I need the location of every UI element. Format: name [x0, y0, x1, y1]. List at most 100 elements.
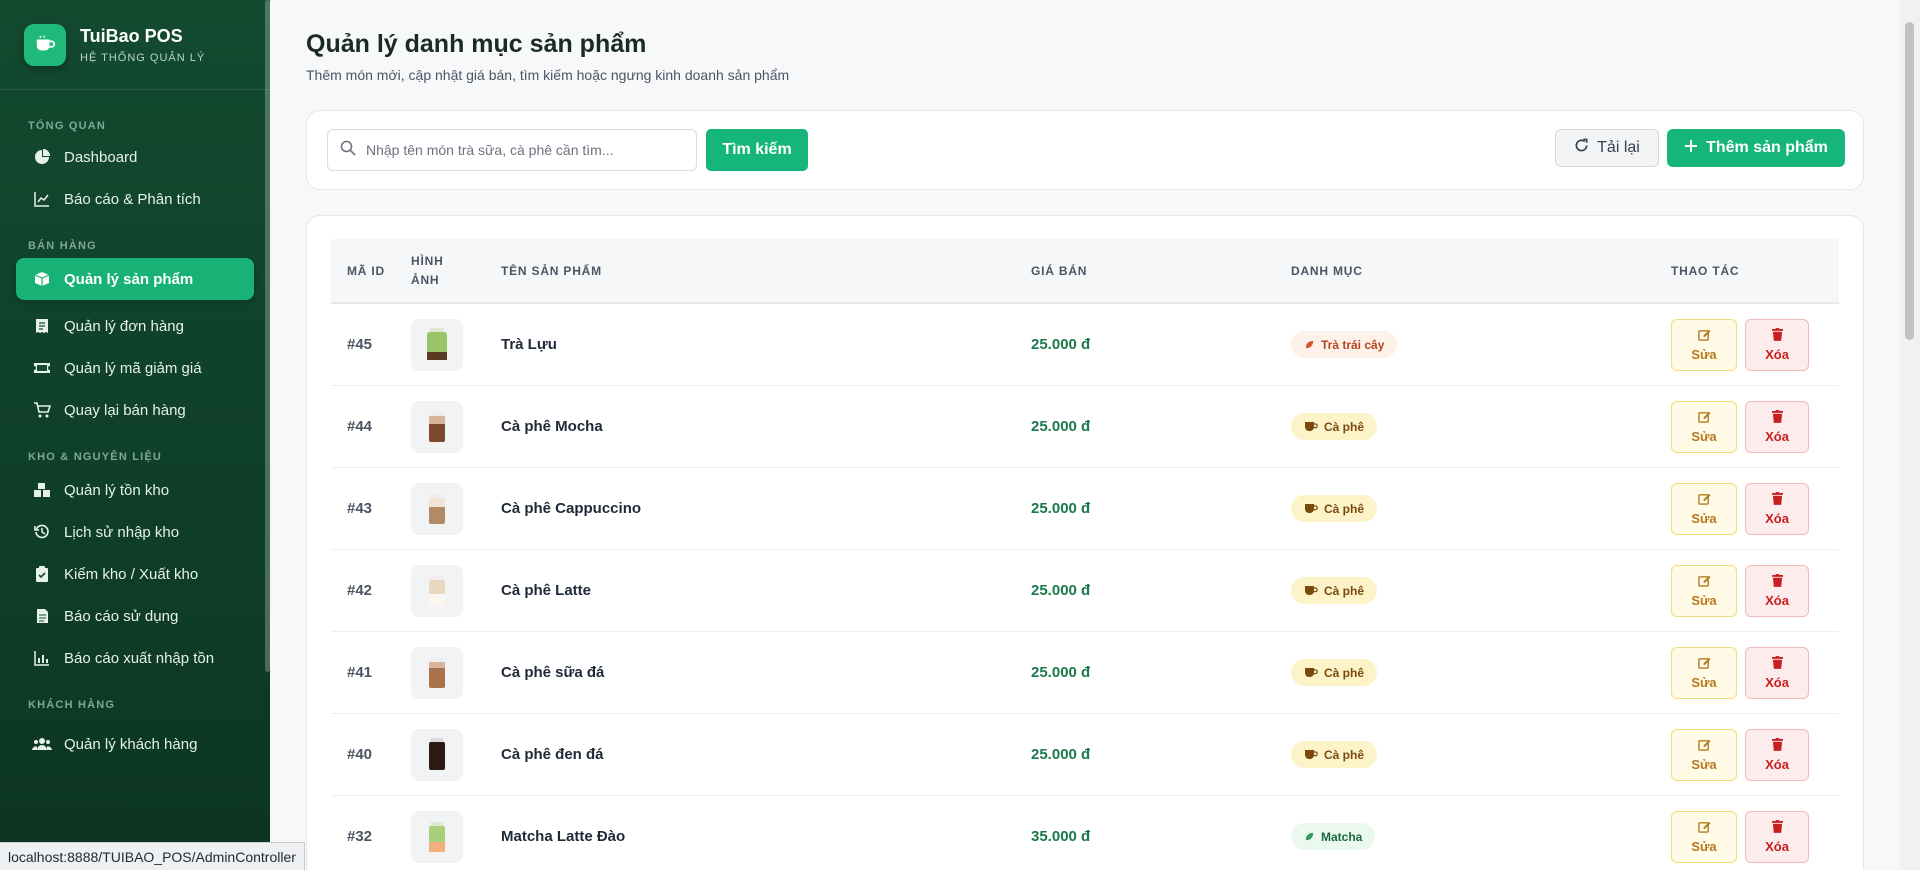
sidebar-item-label: Kiểm kho / Xuất kho: [64, 565, 199, 583]
edit-icon: [1697, 328, 1711, 344]
category-label: Cà phê: [1324, 419, 1365, 434]
page-scrollbar[interactable]: [1900, 0, 1920, 870]
box-icon: [32, 269, 52, 289]
chart-line-icon: [32, 189, 52, 209]
sidebar-item-label: Dashboard: [64, 148, 138, 166]
nav-section-overview: TỔNG QUAN: [28, 120, 107, 132]
product-name: Cà phê Latte: [501, 582, 592, 599]
actions-cell: Sửa Xóa: [1671, 400, 1839, 453]
search-input[interactable]: [366, 142, 686, 158]
edit-button[interactable]: Sửa: [1671, 400, 1737, 453]
product-name: Matcha Latte Đào: [501, 828, 626, 845]
product-category-cell: Trà trái cây: [1291, 331, 1671, 358]
edit-label: Sửa: [1691, 674, 1717, 690]
table-body: #45 Trà Lựu 25.000 đ Trà trái cây Sửa Xóa #44 C…: [331, 304, 1839, 870]
sidebar-item-dashboard[interactable]: Dashboard: [16, 136, 254, 178]
actions-cell: Sửa Xóa: [1671, 810, 1839, 863]
search-button[interactable]: Tìm kiếm: [706, 129, 808, 171]
trash-icon: [1771, 819, 1783, 836]
edit-label: Sửa: [1691, 838, 1717, 854]
product-id: #44: [347, 418, 373, 435]
col-header-actions: THAO TÁC: [1671, 263, 1740, 278]
clipboard-check-icon: [32, 564, 52, 584]
delete-button[interactable]: Xóa: [1745, 564, 1809, 617]
product-price: 35.000 đ: [1031, 828, 1091, 845]
delete-button[interactable]: Xóa: [1745, 482, 1809, 535]
edit-button[interactable]: Sửa: [1671, 318, 1737, 371]
bar-chart-icon: [32, 648, 52, 668]
delete-button[interactable]: Xóa: [1745, 318, 1809, 371]
product-name: Cà phê Cappuccino: [501, 500, 642, 517]
category-badge: Cà phê: [1291, 659, 1378, 686]
reload-button[interactable]: Tải lại: [1555, 129, 1659, 167]
sidebar-item-back-to-sales[interactable]: Quay lại bán hàng: [16, 389, 254, 431]
product-id: #40: [347, 746, 373, 763]
delete-button[interactable]: Xóa: [1745, 400, 1809, 453]
sidebar-item-orders[interactable]: Quản lý đơn hàng: [16, 305, 254, 347]
toolbar: Tìm kiếm Tải lại Thêm sản phẩm: [306, 110, 1864, 190]
actions-cell: Sửa Xóa: [1671, 482, 1839, 535]
sidebar-item-import-history[interactable]: Lịch sử nhập kho: [16, 511, 254, 553]
product-category-cell: Cà phê: [1291, 659, 1671, 686]
trash-icon: [1771, 737, 1783, 754]
sidebar-item-products[interactable]: Quản lý sản phẩm: [16, 258, 254, 300]
edit-label: Sửa: [1691, 756, 1717, 772]
product-thumbnail: [411, 400, 463, 453]
products-table-card: MÃ ID HÌNH ẢNH TÊN SẢN PHẨM GIÁ BÁN DANH…: [306, 215, 1864, 870]
edit-button[interactable]: Sửa: [1671, 482, 1737, 535]
scrollbar-thumb[interactable]: [1905, 22, 1914, 340]
table-header: MÃ ID HÌNH ẢNH TÊN SẢN PHẨM GIÁ BÁN DANH…: [331, 239, 1839, 304]
table-row: #45 Trà Lựu 25.000 đ Trà trái cây Sửa Xóa: [331, 304, 1839, 386]
product-image-cell: [411, 400, 501, 453]
trash-icon: [1771, 573, 1783, 590]
edit-button[interactable]: Sửa: [1671, 810, 1737, 863]
edit-icon: [1697, 820, 1711, 836]
brand-subtitle: HỆ THỐNG QUẢN LÝ: [80, 51, 206, 64]
sidebar-item-inventory[interactable]: Quản lý tồn kho: [16, 469, 254, 511]
delete-button[interactable]: Xóa: [1745, 728, 1809, 781]
chart-pie-icon: [32, 147, 52, 167]
search-icon: [340, 140, 356, 161]
col-header-image-line2: ẢNH: [411, 273, 440, 287]
sidebar-item-coupons[interactable]: Quản lý mã giảm giá: [16, 347, 254, 389]
delete-button[interactable]: Xóa: [1745, 646, 1809, 699]
sidebar-item-usage-report[interactable]: Báo cáo sử dụng: [16, 595, 254, 637]
product-image-cell: [411, 810, 501, 863]
sidebar-item-reports[interactable]: Báo cáo & Phân tích: [16, 178, 254, 220]
sidebar-item-stock-report[interactable]: Báo cáo xuất nhập tồn: [16, 637, 254, 679]
sidebar-item-label: Báo cáo & Phân tích: [64, 190, 201, 208]
delete-label: Xóa: [1765, 756, 1789, 772]
product-id: #32: [347, 828, 373, 845]
edit-label: Sửa: [1691, 428, 1717, 444]
nav-section-sales: BÁN HÀNG: [28, 240, 97, 252]
col-header-id: MÃ ID: [347, 263, 385, 278]
product-price: 25.000 đ: [1031, 746, 1091, 763]
sidebar-item-label: Quản lý đơn hàng: [64, 317, 184, 335]
delete-button[interactable]: Xóa: [1745, 810, 1809, 863]
edit-button[interactable]: Sửa: [1671, 564, 1737, 617]
edit-button[interactable]: Sửa: [1671, 728, 1737, 781]
actions-cell: Sửa Xóa: [1671, 564, 1839, 617]
product-thumbnail: [411, 646, 463, 699]
product-name: Cà phê đen đá: [501, 746, 604, 763]
sidebar-item-label: Quản lý khách hàng: [64, 735, 198, 753]
edit-button[interactable]: Sửa: [1671, 646, 1737, 699]
products-table: MÃ ID HÌNH ẢNH TÊN SẢN PHẨM GIÁ BÁN DANH…: [331, 239, 1839, 870]
table-row: #43 Cà phê Cappuccino 25.000 đ Cà phê Sửa Xóa: [331, 468, 1839, 550]
coffee-mug-icon: [1304, 421, 1318, 432]
trash-icon: [1771, 409, 1783, 426]
delete-label: Xóa: [1765, 838, 1789, 854]
sidebar-item-customers[interactable]: Quản lý khách hàng: [16, 723, 254, 765]
sidebar-item-stock-check[interactable]: Kiểm kho / Xuất kho: [16, 553, 254, 595]
page-subtitle: Thêm món mới, cập nhật giá bán, tìm kiếm…: [306, 67, 790, 83]
search-box[interactable]: [327, 129, 697, 171]
page-title: Quản lý danh mục sản phẩm: [306, 30, 647, 58]
boxes-icon: [32, 480, 52, 500]
product-category-cell: Cà phê: [1291, 495, 1671, 522]
trash-icon: [1771, 327, 1783, 344]
add-product-button[interactable]: Thêm sản phẩm: [1667, 129, 1845, 167]
product-category-cell: Cà phê: [1291, 413, 1671, 440]
edit-icon: [1697, 656, 1711, 672]
product-thumbnail: [411, 318, 463, 371]
brand[interactable]: TuiBao POS HỆ THỐNG QUẢN LÝ: [0, 0, 270, 90]
